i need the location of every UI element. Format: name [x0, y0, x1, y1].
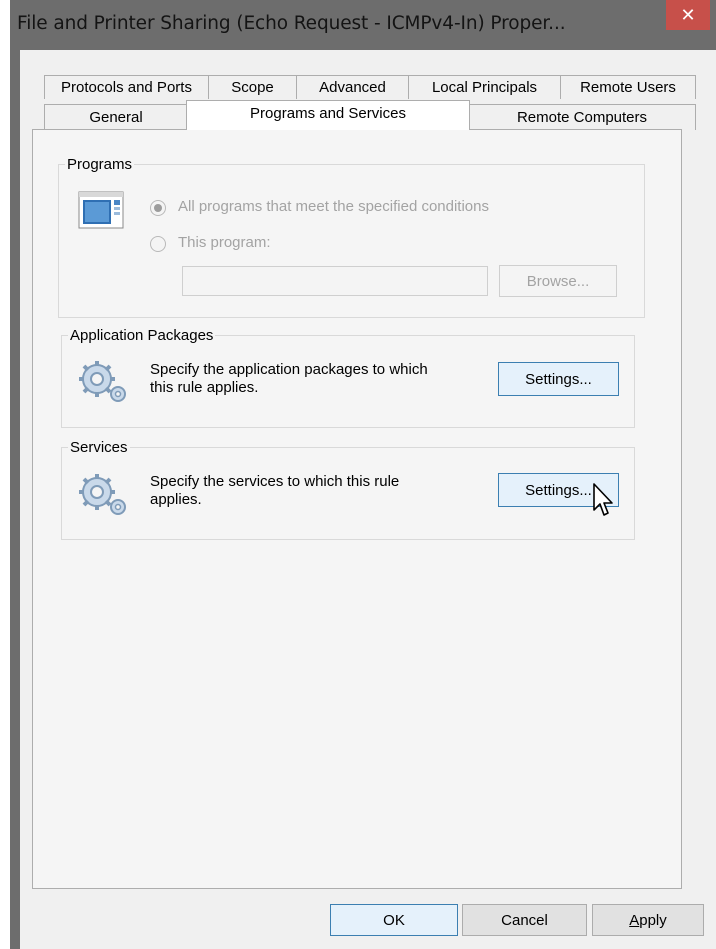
close-button[interactable]: ✕ — [666, 0, 710, 30]
mouse-cursor-icon — [592, 482, 616, 522]
settings-label: Settings... — [525, 481, 592, 499]
tab-label: General — [89, 109, 143, 126]
apply-label: Apply — [629, 912, 667, 929]
tab-label: Local Principals — [431, 79, 538, 96]
close-icon: ✕ — [680, 4, 696, 26]
browse-button[interactable]: Browse... — [499, 265, 617, 297]
tab-protocols-and-ports[interactable]: Protocols and Ports — [44, 75, 209, 99]
this-program-label: This program: — [178, 234, 271, 251]
window-title: File and Printer Sharing (Echo Request -… — [17, 13, 566, 34]
tab-label: Protocols and Ports — [61, 79, 192, 96]
apply-label-rest: pply — [639, 911, 667, 929]
tab-local-principals[interactable]: Local Principals — [408, 75, 561, 99]
tab-panel-programs-and-services: Programs All programs that meet the spec… — [32, 129, 682, 889]
apply-button[interactable]: Apply — [592, 904, 704, 936]
browse-label: Browse... — [526, 272, 590, 290]
all-programs-radio[interactable] — [150, 200, 166, 216]
program-window-icon — [78, 191, 124, 233]
gears-icon — [78, 471, 130, 521]
tab-programs-and-services[interactable]: Programs and Services — [186, 100, 470, 130]
app-packages-settings-button[interactable]: Settings... — [498, 362, 619, 396]
tab-label: Remote Computers — [516, 109, 648, 126]
cancel-button[interactable]: Cancel — [462, 904, 587, 936]
app-packages-description-line1: Specify the application packages to whic… — [150, 361, 428, 378]
ok-label: OK — [383, 911, 405, 929]
services-description-line2: applies. — [150, 491, 202, 508]
programs-legend: Programs — [67, 156, 133, 173]
app-packages-description-line2: this rule applies. — [150, 379, 259, 396]
tab-label: Scope — [231, 79, 274, 96]
ok-button[interactable]: OK — [330, 904, 458, 936]
tab-label: Advanced — [319, 79, 386, 96]
title-bar[interactable]: File and Printer Sharing (Echo Request -… — [10, 0, 716, 50]
services-description-line1: Specify the services to which this rule — [150, 473, 400, 490]
services-legend: Services — [70, 439, 128, 456]
tab-label: Remote Users — [580, 79, 676, 96]
tab-remote-computers[interactable]: Remote Computers — [468, 104, 696, 130]
tab-advanced[interactable]: Advanced — [296, 75, 409, 99]
tab-label: Programs and Services — [250, 105, 406, 122]
all-programs-label: All programs that meet the specified con… — [178, 198, 489, 215]
apply-access-key: A — [629, 911, 640, 929]
tab-general[interactable]: General — [44, 104, 188, 130]
program-path-input[interactable] — [182, 266, 488, 296]
tab-remote-users[interactable]: Remote Users — [560, 75, 696, 99]
cancel-label: Cancel — [501, 911, 548, 929]
application-packages-legend: Application Packages — [70, 327, 214, 344]
settings-label: Settings... — [525, 370, 592, 388]
this-program-radio[interactable] — [150, 236, 166, 252]
tab-scope[interactable]: Scope — [208, 75, 297, 99]
gears-icon — [78, 358, 130, 408]
